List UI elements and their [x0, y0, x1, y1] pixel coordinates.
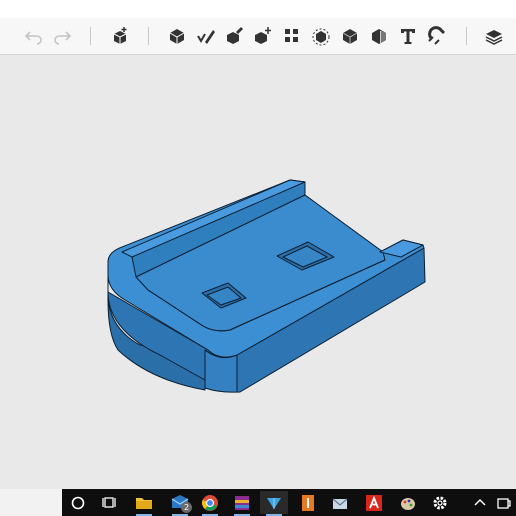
taskbar-app-chrome[interactable] — [196, 491, 224, 516]
box-solid-icon — [169, 29, 185, 44]
task-view-icon — [102, 496, 116, 508]
magnet-snap-icon — [428, 26, 446, 45]
undo-button[interactable] — [22, 24, 46, 48]
circle-search-icon — [71, 496, 85, 509]
insert-component-icon — [113, 27, 127, 44]
chrome-browser-icon — [202, 494, 218, 511]
move-solid-icon — [255, 27, 271, 44]
acrobat-icon — [366, 494, 382, 511]
edit-solid-button[interactable] — [222, 24, 246, 48]
box-button[interactable] — [165, 24, 189, 48]
select-button[interactable] — [309, 24, 333, 48]
text-icon — [401, 29, 415, 44]
taskbar-app-archive[interactable] — [228, 491, 256, 516]
task-view-button[interactable] — [96, 491, 124, 514]
redo-button[interactable] — [50, 24, 74, 48]
sketch-pencil-icon — [197, 30, 215, 44]
mail-client-icon — [332, 498, 348, 509]
section-button[interactable] — [367, 24, 391, 48]
layers-button[interactable] — [482, 24, 506, 48]
file-explorer-icon — [136, 497, 152, 509]
taskbar-app-mail[interactable]: 2 — [166, 491, 194, 516]
toolbar-separator — [466, 27, 467, 45]
move-solid-button[interactable] — [251, 24, 275, 48]
taskbar: 2 — [62, 489, 516, 516]
mail-badge: 2 — [181, 502, 192, 513]
taskbar-app-mailclient[interactable] — [326, 491, 354, 514]
tray-overflow-button[interactable] — [470, 491, 490, 514]
select-target-icon — [312, 28, 330, 46]
edit-pencil-solid-icon — [227, 27, 243, 44]
insert-component-button[interactable] — [108, 24, 132, 48]
window-top-strip — [0, 0, 516, 18]
orange-app-icon — [302, 494, 314, 511]
redo-arrow-icon — [54, 31, 72, 45]
pattern-button[interactable] — [280, 24, 304, 48]
taskbar-app-orange[interactable] — [294, 491, 322, 514]
undo-arrow-icon — [24, 31, 42, 45]
toolbar-separator — [148, 27, 149, 45]
archive-app-icon — [235, 495, 249, 510]
tray-app-button[interactable] — [494, 491, 514, 514]
3d-model[interactable] — [0, 55, 516, 489]
search-button[interactable] — [64, 491, 92, 514]
3d-viewport[interactable] — [0, 55, 516, 489]
taskbar-app-paint[interactable] — [394, 491, 422, 514]
taskbar-app-explorer[interactable] — [130, 491, 158, 516]
paint-app-icon — [401, 497, 415, 510]
toolbar — [0, 18, 516, 55]
snap-button[interactable] — [425, 24, 449, 48]
solid-cube-icon — [342, 29, 358, 44]
taskbar-app-cad[interactable] — [260, 491, 288, 516]
taskbar-app-settings[interactable] — [426, 491, 454, 514]
sketch-button[interactable] — [194, 24, 218, 48]
window-bottom-strip — [0, 489, 62, 516]
cad-app-icon — [267, 497, 281, 509]
pattern-grid-icon — [285, 29, 298, 42]
tray-app-icon — [497, 497, 511, 509]
chevron-up-icon — [474, 498, 486, 506]
taskbar-app-acrobat[interactable] — [360, 491, 388, 514]
text-button[interactable] — [396, 24, 420, 48]
solid-cube-button[interactable] — [338, 24, 362, 48]
toolbar-separator — [90, 27, 91, 45]
layers-stack-icon — [485, 30, 503, 45]
section-cube-icon — [372, 29, 386, 44]
settings-gear-icon — [433, 496, 447, 509]
